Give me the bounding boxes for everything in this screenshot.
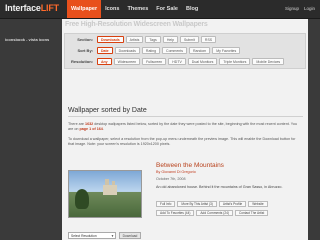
section-label: Section: bbox=[77, 37, 93, 42]
filter-row-resolution: Resolution: Any Widescreen Fullscreen HD… bbox=[65, 57, 305, 66]
sidebar-title: iconsbook - vista icons bbox=[5, 37, 50, 42]
page-banner: Free High-Resolution Widescreen Wallpape… bbox=[65, 21, 208, 28]
sort-comments-button[interactable]: Comments bbox=[162, 47, 187, 54]
wallpaper-date: October 7th, 2008 bbox=[156, 177, 186, 181]
signup-link[interactable]: Signup bbox=[285, 0, 299, 18]
nav-icons[interactable]: Icons bbox=[101, 0, 123, 18]
website-button[interactable]: Website bbox=[248, 201, 268, 207]
main-nav: Wallpaper Icons Themes For Sale Blog bbox=[67, 0, 202, 18]
wallpaper-count: 1632 bbox=[85, 122, 94, 126]
download-instructions: To download a wallpaper, select a resolu… bbox=[68, 137, 296, 146]
wallpaper-entry: Select Resolution ▼ Download Between the … bbox=[68, 160, 304, 240]
more-by-artist-button[interactable]: More By This Artist (3) bbox=[177, 201, 217, 207]
wallpaper-title[interactable]: Between the Mountains bbox=[156, 162, 224, 169]
add-comments-button[interactable]: Add Comments (24) bbox=[196, 210, 233, 216]
section-submit-button[interactable]: Submit bbox=[180, 36, 199, 43]
section-help-button[interactable]: Help bbox=[162, 36, 179, 43]
page-indicator: page 1 of 164 bbox=[79, 127, 103, 131]
filter-row-section: Section: Downloads Artists Tags Help Sub… bbox=[65, 35, 305, 44]
filter-row-sort: Sort By: Date Downloads Rating Comments … bbox=[65, 46, 305, 55]
nav-blog[interactable]: Blog bbox=[182, 0, 202, 18]
sort-random-button[interactable]: Random bbox=[188, 47, 211, 54]
resolution-dual-button[interactable]: Dual Monitors bbox=[187, 58, 218, 65]
resolution-mobile-button[interactable]: Mobile Devices bbox=[252, 58, 285, 65]
resolution-select[interactable]: Select Resolution ▼ bbox=[68, 232, 116, 239]
artist-profile-button[interactable]: Artist's Profile bbox=[218, 201, 247, 207]
section-tags-button[interactable]: Tags bbox=[145, 36, 161, 43]
contact-artist-button[interactable]: Contact The Artist bbox=[234, 210, 269, 216]
filter-panel: Section: Downloads Artists Tags Help Sub… bbox=[64, 33, 306, 69]
resolution-fullscreen-button[interactable]: Fullscreen bbox=[142, 58, 167, 65]
site-logo[interactable]: InterfaceLIFT bbox=[5, 3, 59, 13]
top-navigation-bar: InterfaceLIFT Wallpaper Icons Themes For… bbox=[0, 0, 320, 19]
section-artists-button[interactable]: Artists bbox=[125, 36, 144, 43]
sort-label: Sort By: bbox=[77, 48, 93, 53]
full-info-button[interactable]: Full Info bbox=[156, 201, 176, 207]
account-nav: Signup Login bbox=[285, 0, 315, 18]
download-button[interactable]: Download bbox=[119, 232, 141, 239]
wallpaper-author[interactable]: By Giovanni Di Gregorio bbox=[156, 170, 196, 174]
resolution-widescreen-button[interactable]: Widescreen bbox=[113, 58, 141, 65]
login-link[interactable]: Login bbox=[304, 0, 315, 18]
sort-rating-button[interactable]: Rating bbox=[141, 47, 161, 54]
resolution-any-button[interactable]: Any bbox=[97, 58, 112, 65]
resolution-triple-button[interactable]: Triple Monitors bbox=[219, 58, 251, 65]
wallpaper-description: An old abandoned house. Behind it the mo… bbox=[156, 185, 283, 189]
wallpaper-actions-row-1: Full Info More By This Artist (3) Artist… bbox=[156, 201, 268, 207]
sort-downloads-button[interactable]: Downloads bbox=[114, 47, 140, 54]
section-downloads-button[interactable]: Downloads bbox=[97, 36, 124, 43]
section-heading: Wallpaper sorted by Date bbox=[68, 107, 303, 117]
sidebar: iconsbook - vista icons bbox=[0, 19, 60, 240]
resolution-hdtv-button[interactable]: HDTV bbox=[168, 58, 186, 65]
resolution-label: Resolution: bbox=[71, 59, 93, 64]
sort-favorites-button[interactable]: My Favorites bbox=[212, 47, 241, 54]
add-favorites-button[interactable]: Add To Favorites (44) bbox=[156, 210, 195, 216]
section-rss-button[interactable]: RSS bbox=[200, 36, 217, 43]
nav-themes[interactable]: Themes bbox=[123, 0, 152, 18]
nav-wallpaper[interactable]: Wallpaper bbox=[67, 0, 102, 18]
nav-for-sale[interactable]: For Sale bbox=[152, 0, 182, 18]
main-content: Free High-Resolution Widescreen Wallpape… bbox=[62, 19, 308, 240]
wallpaper-preview-image[interactable] bbox=[68, 170, 142, 218]
chevron-down-icon: ▼ bbox=[111, 234, 114, 238]
sort-date-button[interactable]: Date bbox=[97, 47, 113, 54]
wallpaper-actions-row-2: Add To Favorites (44) Add Comments (24) … bbox=[156, 210, 269, 216]
intro-paragraph: There are 1632 desktop wallpapers listed… bbox=[68, 122, 297, 131]
